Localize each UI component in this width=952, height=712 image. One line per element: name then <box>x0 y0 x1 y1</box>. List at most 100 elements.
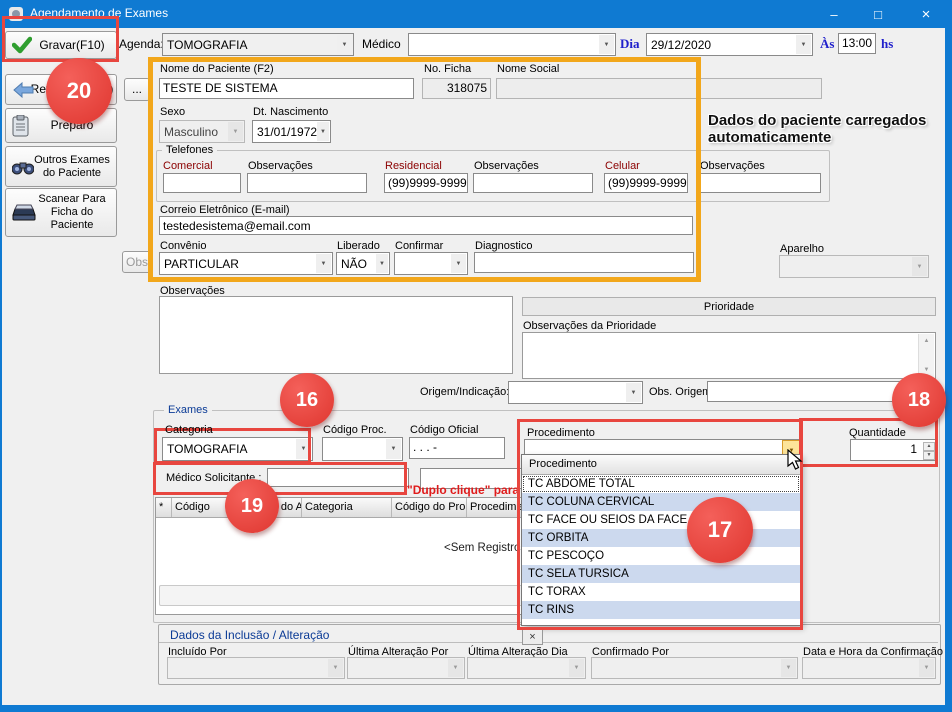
window-border-bottom <box>0 705 952 712</box>
grid-empty-text: <Sem Registros> <box>444 542 533 554</box>
patient-note: Dados do paciente carregados automaticam… <box>708 112 948 146</box>
codigo-oficial-input[interactable]: . . . - <box>409 437 505 459</box>
residencial-input[interactable]: (99)9999-9999 <box>384 173 468 193</box>
chevron-down-icon[interactable]: ▼ <box>626 383 641 402</box>
telefones-title: Telefones <box>162 144 217 156</box>
confirmar-select[interactable]: ▼ <box>394 252 468 275</box>
obs-celular-label: Observações <box>700 160 765 172</box>
list-item[interactable]: TC PESCOÇO <box>522 547 800 565</box>
search-patient-button[interactable]: ... <box>124 78 150 101</box>
email-input[interactable]: testedesistema@email.com <box>159 216 693 235</box>
hora-input[interactable]: 13:00 <box>838 33 876 54</box>
incluido-por-select: ▼ <box>167 657 345 679</box>
window-border-left <box>0 28 2 712</box>
chevron-down-icon[interactable]: ▼ <box>296 439 311 459</box>
badge-17: 17 <box>687 497 753 563</box>
scanear-button[interactable]: Scanear Para Ficha do Paciente <box>5 188 117 237</box>
close-icon[interactable]: × <box>900 0 952 28</box>
dia-select[interactable]: 29/12/2020▼ <box>646 33 813 56</box>
nome-paciente-input[interactable]: TESTE DE SISTEMA <box>159 78 414 99</box>
diagnostico-input[interactable] <box>474 252 694 273</box>
grid-marker-icon: * <box>156 498 172 517</box>
codigo-oficial-label: Código Oficial <box>410 424 478 436</box>
agenda-select[interactable]: TOMOGRAFIA▼ <box>162 33 354 56</box>
obs-button[interactable]: Obs <box>122 251 152 273</box>
liberado-select[interactable]: NÃO▼ <box>336 252 390 275</box>
scroll-up-icon[interactable]: ▲ <box>919 334 934 348</box>
outros-exames-button[interactable]: Outros Exames do Paciente <box>5 146 117 187</box>
chevron-down-icon[interactable]: ▼ <box>376 254 388 273</box>
codigo-proc-label: Código Proc. <box>323 424 387 436</box>
confirmar-label: Confirmar <box>395 240 443 252</box>
chevron-down-icon: ▼ <box>912 257 927 276</box>
nome-social-label: Nome Social <box>497 63 559 75</box>
comercial-input[interactable] <box>163 173 241 193</box>
prioridade-header[interactable]: Prioridade <box>522 297 936 316</box>
inclusao-title: Dados da Inclusão / Alteração <box>170 628 329 642</box>
chevron-down-icon[interactable]: ▼ <box>796 35 811 54</box>
obs-comercial-label: Observações <box>248 160 313 172</box>
exames-title: Exames <box>164 404 212 416</box>
list-item[interactable]: TC TORAX <box>522 583 800 601</box>
list-item[interactable]: TC ABDOME TOTAL <box>522 475 800 493</box>
grid-col-codigo-procedimento[interactable]: Código do Pro <box>392 498 467 517</box>
diagnostico-label: Diagnostico <box>475 240 532 252</box>
minimize-icon[interactable]: – <box>812 0 856 28</box>
quantidade-stepper[interactable]: 1 ▲ ▼ <box>850 439 938 461</box>
vertical-scrollbar[interactable]: ▲ ▼ <box>918 334 934 377</box>
dropdown-close-icon[interactable]: × <box>522 628 543 645</box>
nascimento-select[interactable]: 31/01/1972▼ <box>252 120 331 143</box>
ultima-alteracao-por-select: ▼ <box>347 657 465 679</box>
chevron-down-icon[interactable]: ▼ <box>599 35 614 54</box>
chevron-down-icon: ▼ <box>781 659 796 677</box>
obs-celular-input[interactable] <box>699 173 821 193</box>
grid-col-categoria[interactable]: Categoria <box>302 498 392 517</box>
maximize-icon[interactable]: □ <box>856 0 900 28</box>
spinner-buttons[interactable]: ▲ ▼ <box>923 442 935 460</box>
chevron-down-icon[interactable]: ▼ <box>317 122 329 141</box>
chevron-down-icon[interactable]: ▼ <box>451 254 466 273</box>
hs-label: hs <box>881 36 893 52</box>
scanner-icon <box>12 203 36 223</box>
obs-prioridade-textarea[interactable]: ▲ ▼ <box>522 332 936 379</box>
list-item[interactable]: TC SELA TURSICA <box>522 565 800 583</box>
medico-solicitante-input[interactable] <box>267 468 409 487</box>
exames-grid[interactable]: * Código Código do A Categoria Código do… <box>155 497 533 615</box>
convenio-select[interactable]: PARTICULAR▼ <box>159 252 333 275</box>
list-item[interactable]: TC RINS <box>522 601 800 619</box>
grid-horizontal-scrollbar[interactable] <box>159 585 529 606</box>
observacoes-textarea[interactable] <box>159 296 513 374</box>
origem-label: Origem/Indicação: <box>420 386 509 398</box>
chevron-down-icon[interactable]: ▼ <box>386 439 401 459</box>
nascimento-label: Dt. Nascimento <box>253 106 328 118</box>
obs-comercial-input[interactable] <box>247 173 367 193</box>
convenio-label: Convênio <box>160 240 206 252</box>
window-title: Agendamento de Exames <box>30 6 168 20</box>
origem-select[interactable]: ▼ <box>508 381 643 404</box>
confirmado-por-select: ▼ <box>591 657 798 679</box>
gravar-button[interactable]: Gravar(F10) <box>5 31 117 59</box>
categoria-select[interactable]: TOMOGRAFIA▼ <box>162 437 313 461</box>
ultima-alteracao-dia-select: ▼ <box>467 657 586 679</box>
celular-input[interactable]: (99)9999-9999 <box>604 173 688 193</box>
chevron-down-icon: ▼ <box>448 659 463 677</box>
medico-select[interactable]: ▼ <box>408 33 616 56</box>
codigo-proc-select[interactable]: ▼ <box>322 437 403 461</box>
comercial-label: Comercial <box>163 160 213 172</box>
chevron-down-icon[interactable]: ▼ <box>337 35 352 54</box>
list-item[interactable]: TC COLUNA CERVICAL <box>522 493 800 511</box>
chevron-down-icon: ▼ <box>228 122 243 141</box>
grid-header-row: * Código Código do A Categoria Código do… <box>156 498 532 518</box>
double-click-note: "Duplo clique" para <box>407 483 521 497</box>
ficha-input: 318075 <box>422 78 491 99</box>
chevron-down-icon[interactable]: ▼ <box>316 254 331 273</box>
sexo-select: Masculino▼ <box>159 120 245 143</box>
list-item[interactable]: TC FACE OU SEIOS DA FACE <box>522 511 800 529</box>
obs-residencial-input[interactable] <box>473 173 593 193</box>
quantidade-label: Quantidade <box>849 427 906 439</box>
dropdown-header: Procedimento <box>522 455 800 475</box>
obs-prioridade-label: Observações da Prioridade <box>523 320 656 332</box>
list-item[interactable]: TC ORBITA <box>522 529 800 547</box>
inclusao-divider <box>159 642 938 643</box>
spin-down-icon[interactable]: ▼ <box>923 451 935 460</box>
